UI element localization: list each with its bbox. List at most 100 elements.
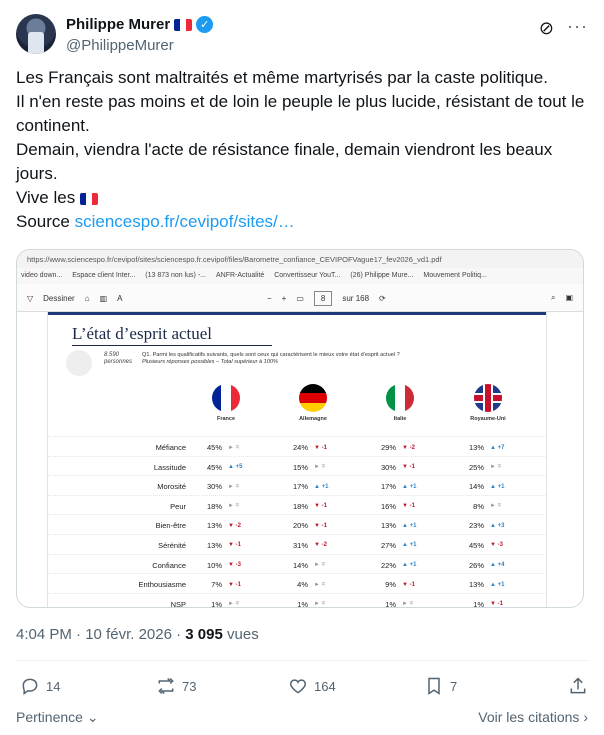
source-line: Source sciencespo.fr/cevipof/sites/… bbox=[16, 210, 588, 234]
trend-delta: = bbox=[497, 464, 502, 471]
fit-page-icon: ▭ bbox=[296, 294, 304, 303]
survey-cell: 1% ► = bbox=[200, 600, 239, 607]
tweet-timestamp[interactable]: 4:04 PM · 10 févr. 2026 · 3 095 vues bbox=[16, 626, 259, 643]
survey-cell: 29% ▼ -2 bbox=[374, 443, 415, 452]
trend-delta: +1 bbox=[497, 483, 505, 490]
trend-down-icon: ▼ bbox=[228, 581, 236, 588]
tweet-time[interactable]: 4:04 PM bbox=[16, 626, 72, 643]
page-total: sur 168 bbox=[342, 294, 370, 303]
trend-indicator: ► = bbox=[228, 445, 239, 451]
tweet-line-3: Demain, viendra l'acte de résistance fin… bbox=[16, 140, 553, 183]
trend-indicator: ▲ +1 bbox=[490, 484, 504, 490]
cell-value: 16% bbox=[380, 501, 396, 511]
cell-value: 13% bbox=[206, 521, 222, 531]
pdf-toolbar: ▽ Dessiner ⌂ ▥ A − + ▭ 8 sur 168 ⟳ ⌕ ▣ bbox=[17, 284, 583, 312]
cell-value: 14% bbox=[292, 560, 308, 570]
bookmark-icon bbox=[428, 677, 440, 695]
source-link[interactable]: sciencespo.fr/cevipof/sites/… bbox=[75, 212, 295, 231]
trend-down-icon: ▼ bbox=[490, 601, 498, 608]
share-icon bbox=[570, 677, 586, 694]
tweet-line-1: Les Français sont maltraités et même mar… bbox=[16, 68, 548, 87]
survey-cell: 13% ▲ +1 bbox=[462, 580, 504, 589]
survey-cell: 13% ▲ +7 bbox=[462, 443, 504, 452]
repost-count: 73 bbox=[182, 678, 197, 694]
tweet-text: Les Français sont maltraités et même mar… bbox=[16, 66, 588, 234]
tweet-date[interactable]: 10 févr. 2026 bbox=[85, 626, 172, 643]
more-options-icon[interactable]: ··· bbox=[567, 16, 588, 37]
cell-value: 17% bbox=[292, 482, 308, 492]
cell-value: 10% bbox=[206, 560, 222, 570]
trend-delta: +4 bbox=[497, 562, 505, 569]
slide-top-line bbox=[48, 312, 546, 315]
trend-up-icon: ▲ bbox=[402, 542, 410, 549]
trend-down-icon: ▼ bbox=[402, 503, 410, 510]
trend-indicator: ▼ -1 bbox=[314, 445, 327, 451]
survey-cell: 4% ► = bbox=[286, 580, 325, 589]
view-quotes-link[interactable]: Voir les citations › bbox=[478, 709, 588, 725]
reply-icon bbox=[22, 678, 38, 695]
trend-eq-icon: ► bbox=[314, 581, 322, 588]
heart-icon bbox=[289, 679, 307, 694]
survey-row: Enthousiasme 7% ▼ -1 4% ► = 9% ▼ -1 13% ▲ +1 bbox=[48, 573, 546, 593]
cell-value: 30% bbox=[206, 482, 222, 492]
survey-cell: 45% ▲ +5 bbox=[200, 463, 242, 472]
trend-indicator: ► = bbox=[314, 582, 325, 588]
trend-indicator: ▲ +1 bbox=[314, 484, 328, 490]
avatar[interactable] bbox=[16, 14, 56, 54]
relevance-label[interactable]: Pertinence bbox=[16, 709, 83, 725]
trend-indicator: ▼ -1 bbox=[402, 503, 415, 509]
verified-badge-icon[interactable]: ✓ bbox=[196, 16, 214, 33]
share-button[interactable] bbox=[568, 676, 588, 696]
trend-up-icon: ▲ bbox=[228, 464, 236, 471]
trend-eq-icon: ► bbox=[314, 601, 322, 608]
views-label: vues bbox=[227, 626, 259, 643]
trend-indicator: ► = bbox=[490, 464, 501, 470]
trend-indicator: ► = bbox=[402, 601, 413, 607]
view-quotes-label[interactable]: Voir les citations bbox=[478, 709, 579, 725]
repost-button[interactable]: 73 bbox=[156, 676, 196, 696]
trend-indicator: ► = bbox=[228, 601, 239, 607]
survey-cell: 22% ▲ +1 bbox=[374, 561, 416, 570]
author-name-row[interactable]: Philippe Murer ✓ bbox=[66, 16, 214, 33]
grok-icon[interactable]: ⊘ bbox=[539, 18, 554, 39]
cell-value: 45% bbox=[206, 443, 222, 452]
question-note: Plusieurs réponses possibles – Total sup… bbox=[142, 359, 278, 365]
trend-delta: = bbox=[409, 601, 414, 608]
tweet-image[interactable]: https://www.sciencespo.fr/cevipof/sites/… bbox=[16, 249, 584, 608]
survey-table: Méfiance 45% ► = 24% ▼ -1 29% ▼ -2 13% ▲ +7 Lassi… bbox=[48, 436, 546, 608]
trend-eq-icon: ► bbox=[228, 444, 236, 451]
cell-value: 1% bbox=[385, 599, 396, 608]
author-handle[interactable]: @PhilippeMurer bbox=[66, 37, 174, 54]
survey-cell: 23% ▲ +3 bbox=[462, 521, 504, 530]
trend-delta: = bbox=[235, 444, 240, 451]
divider bbox=[16, 660, 588, 661]
cell-value: 31% bbox=[292, 540, 308, 550]
read-aloud-icon: A bbox=[117, 294, 123, 303]
trend-up-icon: ▲ bbox=[402, 483, 410, 490]
filter-icon: ▽ bbox=[27, 294, 34, 303]
trend-down-icon: ▼ bbox=[314, 444, 322, 451]
trend-up-icon: ▲ bbox=[402, 522, 410, 529]
cell-value: 1% bbox=[297, 599, 308, 608]
survey-cell: 1% ► = bbox=[374, 599, 413, 608]
cell-value: 22% bbox=[380, 560, 396, 570]
relevance-dropdown[interactable]: Pertinence ⌄ bbox=[16, 709, 99, 726]
trend-down-icon: ▼ bbox=[490, 542, 498, 549]
trend-indicator: ► = bbox=[314, 562, 325, 568]
trend-delta: -2 bbox=[321, 542, 327, 549]
trend-eq-icon: ► bbox=[314, 464, 322, 471]
trend-delta: -1 bbox=[321, 503, 327, 510]
trend-delta: -3 bbox=[497, 542, 503, 549]
bookmark-item: Mouvement Politiq... bbox=[423, 272, 487, 279]
survey-cell: 7% ▼ -1 bbox=[200, 580, 241, 589]
bookmark-button[interactable]: 7 bbox=[424, 676, 457, 696]
trend-delta: = bbox=[235, 503, 240, 510]
trend-eq-icon: ► bbox=[490, 464, 498, 471]
survey-cell: 14% ► = bbox=[286, 561, 325, 570]
trend-down-icon: ▼ bbox=[228, 522, 236, 529]
author-name[interactable]: Philippe Murer bbox=[66, 16, 170, 33]
like-button[interactable]: 164 bbox=[288, 676, 336, 696]
cell-value: 13% bbox=[380, 521, 396, 531]
france-flag-icon bbox=[212, 384, 240, 412]
reply-button[interactable]: 14 bbox=[20, 676, 60, 696]
